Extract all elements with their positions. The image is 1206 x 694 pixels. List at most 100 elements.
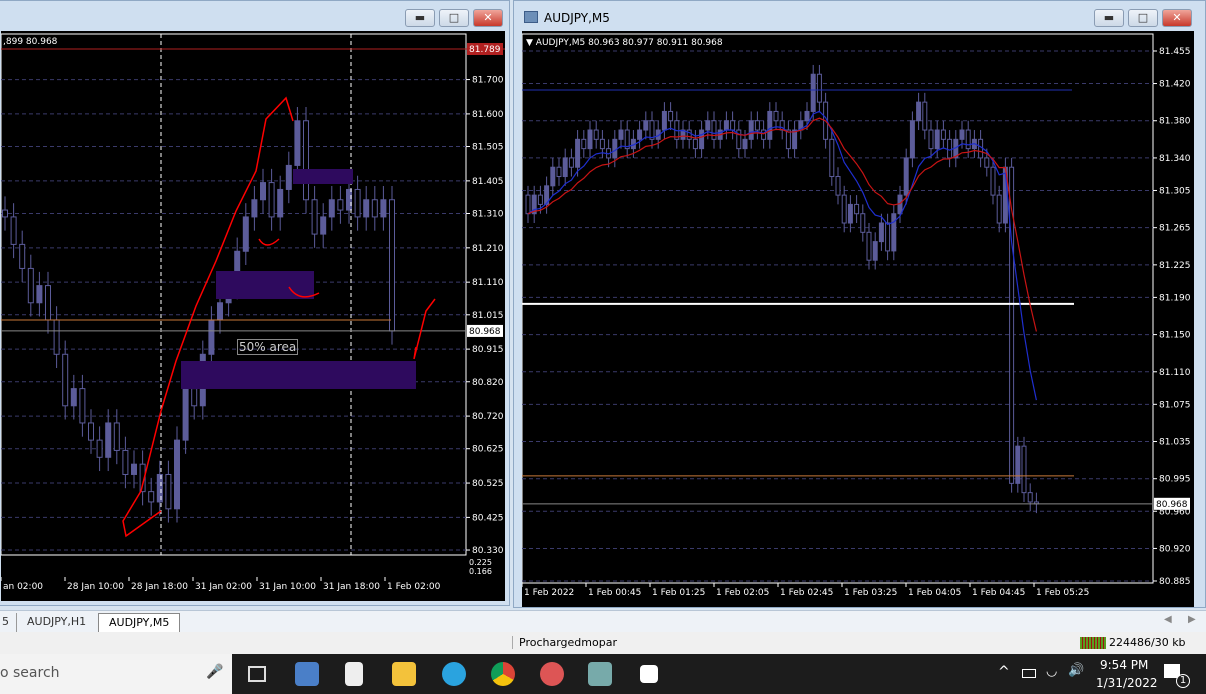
candle-body (174, 439, 180, 510)
wifi-icon[interactable]: ◡ (1046, 664, 1057, 679)
metatrader-icon[interactable] (588, 662, 612, 686)
price-tick-label: 80.915 (472, 345, 504, 355)
price-tick-label: 81.455 (1159, 47, 1191, 57)
price-tick-label: 80.720 (472, 412, 504, 422)
price-tick-label: 81.380 (1159, 117, 1191, 127)
remote-desktop-icon[interactable] (295, 662, 319, 686)
candle-body (637, 129, 643, 140)
minimize-button[interactable]: ▬ (1094, 9, 1124, 27)
tab-audjpy-m5[interactable]: AUDJPY,M5 (98, 613, 181, 632)
candle-body (79, 388, 86, 424)
time-tick-label: 1 Feb 00:45 (588, 588, 641, 598)
candle-body (88, 422, 94, 441)
left-chart[interactable]: 81.700 81.600 81.505 81.405 81.310 81.210 81.1… (1, 31, 505, 601)
time-tick-label: 31 Jan 18:00 (323, 582, 380, 592)
candle-body (978, 138, 984, 159)
price-tick-label: 80.625 (472, 445, 504, 455)
time-tick-label: 1 Feb 02:45 (780, 588, 833, 598)
candle-body (294, 120, 301, 166)
price-tick-label: 80.525 (472, 479, 504, 489)
candle-body (1027, 492, 1033, 503)
time-tick-label: 28 Jan 10:00 (67, 582, 124, 592)
candle-body (748, 120, 754, 140)
candle-body (854, 203, 860, 215)
candle-body (761, 129, 767, 140)
price-tick-label: 81.150 (1159, 331, 1191, 341)
candle-body (182, 388, 189, 441)
candle-body (96, 439, 103, 458)
sticky-notes-icon[interactable] (640, 665, 658, 683)
right-chart-window: AUDJPY,M5 ▬ □ ✕ 81.455 81.420 81.380 81.340… (513, 0, 1206, 608)
candle-body (885, 222, 891, 252)
candle-body (810, 73, 816, 112)
telegram-icon[interactable] (442, 662, 466, 686)
plot-frame (522, 33, 1154, 584)
zone-rectangle (181, 361, 416, 389)
status-bar: Prochargedmopar 224486/30 kb (0, 632, 1206, 654)
calculator-icon[interactable] (345, 662, 363, 686)
right-chart[interactable]: 81.455 81.420 81.380 81.340 81.305 81.265 81.2… (522, 31, 1194, 607)
current-price-label: 80.968 (1156, 500, 1188, 510)
candle-body (156, 473, 163, 503)
ma-fast-line (527, 110, 1037, 401)
task-view-icon[interactable] (248, 666, 266, 682)
chrome-icon[interactable] (491, 662, 515, 686)
profile-name: Prochargedmopar (512, 636, 617, 649)
candle-body (829, 138, 835, 178)
candle-body (70, 388, 77, 407)
tray-chevron-icon[interactable]: ^ (998, 664, 1010, 680)
candle-body (686, 129, 692, 140)
window-title: AUDJPY,M5 (544, 11, 610, 25)
tab-audjpy-h1[interactable]: AUDJPY,H1 (16, 613, 96, 632)
candle-body (380, 199, 387, 218)
clock-time[interactable]: 9:54 PM (1100, 658, 1148, 672)
candle-body (346, 188, 352, 211)
freehand-trend-drawing (122, 96, 294, 538)
indicator-value: 0.225 (469, 558, 492, 567)
candle-body (909, 120, 915, 159)
candle-body (785, 129, 791, 150)
maximize-button[interactable]: □ (1128, 9, 1158, 27)
candle-body (742, 138, 748, 150)
candle-body (767, 110, 773, 140)
clock-date[interactable]: 1/31/2022 (1096, 676, 1158, 690)
price-tick-label: 80.425 (472, 513, 504, 523)
snipping-tool-icon[interactable] (540, 662, 564, 686)
candle-body (730, 120, 736, 131)
search-box[interactable]: o search 🎤 (0, 654, 232, 694)
maximize-button[interactable]: □ (439, 9, 469, 27)
time-tick-label: 1 Feb 02:00 (387, 582, 441, 592)
candle-body (105, 422, 112, 458)
price-tick-label: 81.505 (472, 143, 504, 153)
candle-body (36, 285, 43, 304)
candle-body (835, 176, 841, 196)
candle-body (285, 164, 292, 190)
file-explorer-icon[interactable] (392, 662, 416, 686)
close-button[interactable]: ✕ (1162, 9, 1192, 27)
ma-slow-line (527, 117, 1037, 332)
annotation-text[interactable]: 50% area (237, 339, 299, 355)
candle-body (303, 120, 309, 201)
chart-tabs: 5 AUDJPY,H1 AUDJPY,M5 ◀ ▶ (0, 610, 1206, 632)
candle-body (165, 473, 172, 510)
ohlc-label: ▼ AUDJPY,M5 80.963 80.977 80.911 80.968 (526, 38, 723, 48)
scroll-left-icon[interactable]: ◀ (1164, 614, 1172, 625)
price-tick-label: 81.340 (1159, 154, 1191, 164)
microphone-icon[interactable]: 🎤 (206, 664, 223, 680)
volume-icon[interactable]: 🔊 (1068, 663, 1084, 678)
candle-body (891, 213, 897, 252)
candle-body (2, 209, 8, 218)
price-tick-label: 81.265 (1159, 224, 1191, 234)
close-button[interactable]: ✕ (473, 9, 503, 27)
minimize-button[interactable]: ▬ (405, 9, 435, 27)
price-tick-label: 81.700 (472, 76, 504, 86)
candle-body (940, 129, 946, 140)
candle-body (217, 302, 223, 321)
battery-icon[interactable] (1022, 669, 1036, 678)
candle-body (612, 138, 618, 159)
price-tick-label: 81.110 (472, 278, 504, 288)
candle-body (537, 194, 543, 205)
candle-body (45, 285, 51, 321)
time-tick-label: 28 Jan 18:00 (131, 582, 188, 592)
scroll-right-icon[interactable]: ▶ (1188, 614, 1196, 625)
